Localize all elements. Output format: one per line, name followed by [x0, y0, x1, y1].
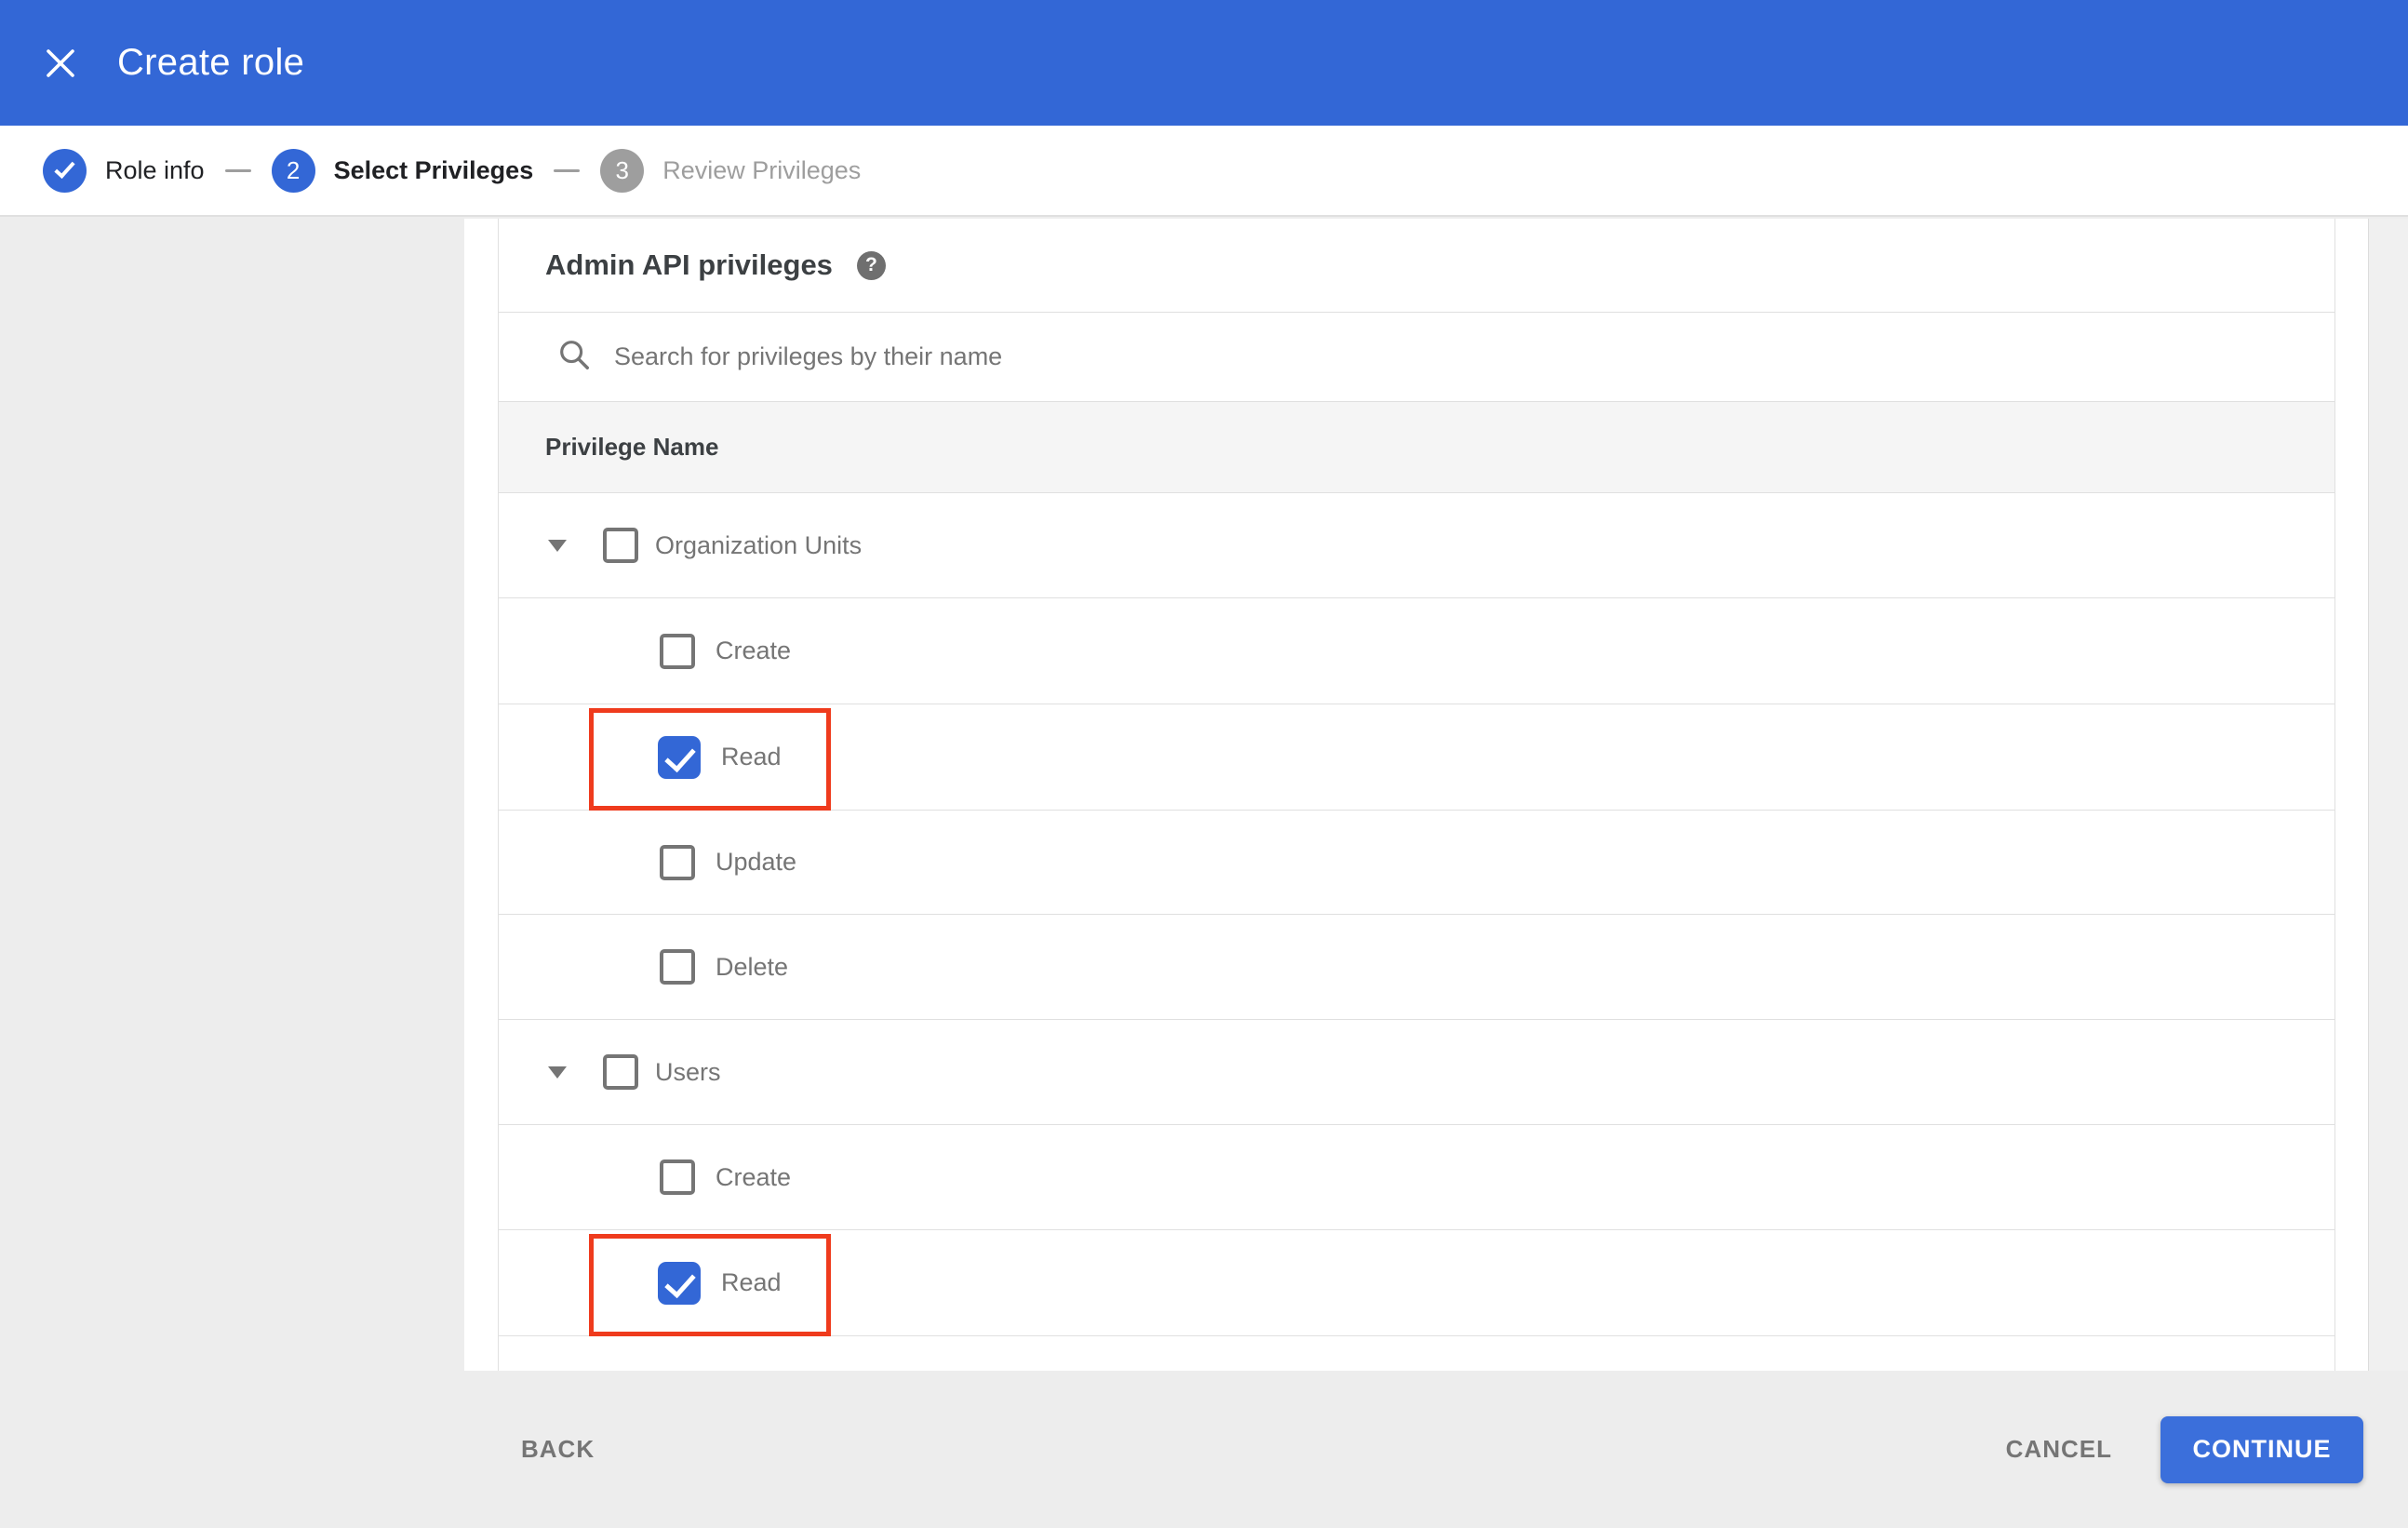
- highlight-box: [589, 1234, 831, 1336]
- dialog-header: Create role: [0, 0, 2408, 126]
- privilege-row-partial: [499, 1336, 2334, 1370]
- collapse-arrow-icon[interactable]: [548, 539, 567, 552]
- privilege-checkbox[interactable]: [660, 949, 695, 985]
- search-icon: [556, 337, 592, 377]
- stepper-step-review-privileges[interactable]: 3 Review Privileges: [600, 148, 862, 193]
- privilege-group-row: Organization Units: [499, 493, 2334, 598]
- privilege-row: Read: [499, 704, 2334, 811]
- privilege-checkbox[interactable]: [660, 844, 695, 880]
- privilege-label: Update: [716, 848, 797, 876]
- privilege-checkbox-checked[interactable]: [658, 735, 701, 779]
- privilege-row: Read: [499, 1230, 2334, 1336]
- scrollbar-track[interactable]: [2368, 219, 2408, 1371]
- close-icon[interactable]: [43, 46, 78, 81]
- privileges-panel: Admin API privileges ? Privilege Name Or…: [498, 219, 2335, 1371]
- privilege-row: Delete: [499, 915, 2334, 1020]
- stepper-step-select-privileges[interactable]: 2 Select Privileges: [271, 148, 534, 193]
- privilege-group-row: Users: [499, 1020, 2334, 1125]
- stepper: Role info 2 Select Privileges 3 Review P…: [0, 126, 2408, 217]
- page-title: Create role: [117, 42, 305, 83]
- content-area: Admin API privileges ? Privilege Name Or…: [464, 219, 2368, 1371]
- step-connector: [554, 168, 581, 172]
- privilege-label: Create: [716, 637, 792, 664]
- privilege-checkbox-checked[interactable]: [658, 1261, 701, 1305]
- step-label: Review Privileges: [662, 155, 862, 184]
- highlight-box: [589, 708, 831, 811]
- search-input[interactable]: [614, 342, 1917, 371]
- group-label: Users: [655, 1057, 721, 1086]
- step-completed-check-icon: [43, 148, 87, 193]
- table-header-row: Privilege Name: [499, 402, 2334, 493]
- privilege-name-header: Privilege Name: [545, 433, 719, 461]
- continue-button[interactable]: CONTINUE: [2161, 1415, 2363, 1483]
- section-title: Admin API privileges: [545, 248, 833, 281]
- privilege-label: Delete: [716, 952, 789, 981]
- footer-bar: BACK CANCEL CONTINUE: [0, 1371, 2408, 1528]
- collapse-arrow-icon[interactable]: [548, 1066, 567, 1079]
- privilege-label: Read: [721, 743, 782, 771]
- search-row: [499, 313, 2334, 402]
- step-connector: [224, 168, 251, 172]
- privilege-row: Update: [499, 811, 2334, 915]
- group-checkbox[interactable]: [603, 528, 638, 563]
- privilege-row: Create: [499, 598, 2334, 704]
- privilege-label: Create: [716, 1162, 792, 1191]
- stepper-step-role-info[interactable]: Role info: [43, 148, 205, 193]
- group-label: Organization Units: [655, 530, 863, 559]
- step-number-badge: 2: [271, 148, 315, 193]
- step-number-badge: 3: [600, 148, 645, 193]
- step-label: Role info: [105, 155, 205, 184]
- group-checkbox[interactable]: [603, 1054, 638, 1090]
- help-icon[interactable]: ?: [856, 250, 886, 280]
- privilege-checkbox[interactable]: [660, 633, 695, 669]
- cancel-button[interactable]: CANCEL: [2006, 1435, 2112, 1464]
- step-label: Select Privileges: [333, 155, 534, 184]
- privilege-label: Read: [721, 1268, 782, 1296]
- back-button[interactable]: BACK: [521, 1435, 595, 1464]
- privilege-row: Create: [499, 1125, 2334, 1230]
- section-heading-row: Admin API privileges ?: [499, 219, 2334, 313]
- privilege-checkbox[interactable]: [660, 1159, 695, 1195]
